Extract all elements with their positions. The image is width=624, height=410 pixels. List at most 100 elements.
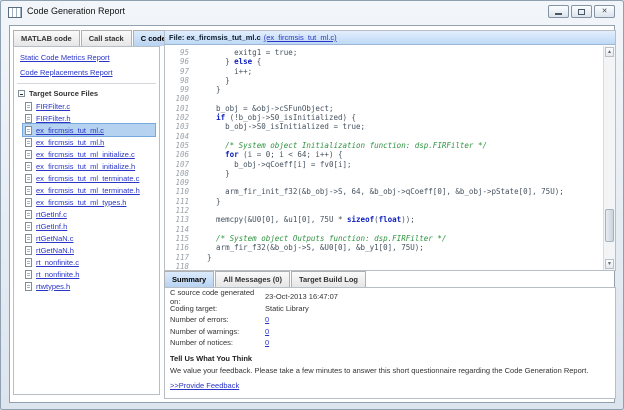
scroll-down-button[interactable]: ▼ — [605, 259, 614, 269]
summary-label: Number of errors: — [170, 315, 265, 324]
report-links: Static Code Metrics Report Code Replaceme… — [14, 53, 159, 77]
message-tabs: SummaryAll Messages (0)Target Build Log — [164, 271, 367, 287]
file-icon — [25, 150, 32, 159]
line-number: 97 — [165, 67, 189, 76]
tree-item-ex-fircmsis-tut-ml-h[interactable]: ex_fircmsis_tut_ml.h — [23, 136, 155, 148]
tab-call-stack[interactable]: Call stack — [81, 30, 132, 46]
file-header-link[interactable]: (ex_fircmsis_tut_ml.c) — [264, 33, 337, 42]
summary-row: Coding target:Static Library — [165, 303, 615, 315]
provide-feedback-link[interactable]: >>Provide Feedback — [170, 381, 239, 390]
tree-item-rtgetinf-h[interactable]: rtGetInf.h — [23, 220, 155, 232]
code-text: } — [198, 253, 212, 262]
tree-item-label: rtGetInf.h — [36, 222, 67, 231]
tree-item-ex-fircmsis-tut-ml-terminate-h[interactable]: ex_fircmsis_tut_ml_terminate.h — [23, 184, 155, 196]
maximize-icon — [578, 9, 585, 15]
tree-item-firfilter-c[interactable]: FIRFilter.c — [23, 100, 155, 112]
code-line: 107 b_obj->qCoeff[i] = fv0[i]; — [165, 160, 603, 169]
code-line: 99 } — [165, 85, 603, 94]
tree-item-label: rtGetNaN.c — [36, 234, 74, 243]
file-icon — [25, 270, 32, 279]
tree-item-rtwtypes-h[interactable]: rtwtypes.h — [23, 280, 155, 292]
minimize-button[interactable] — [548, 5, 569, 18]
close-button[interactable]: ✕ — [594, 5, 615, 18]
tab-target-build-log[interactable]: Target Build Log — [291, 271, 366, 287]
line-number: 101 — [165, 104, 189, 113]
line-number: 102 — [165, 113, 189, 122]
file-icon — [25, 174, 32, 183]
tree-item-label: rtGetInf.c — [36, 210, 67, 219]
tree-item-label: rt_nonfinite.c — [36, 258, 79, 267]
tree-item-rtgetnan-h[interactable]: rtGetNaN.h — [23, 244, 155, 256]
code-panel: File: ex_fircmsis_tut_ml.c (ex_fircmsis_… — [164, 30, 616, 271]
collapse-expander-icon[interactable] — [18, 90, 25, 97]
source-file-tree: FIRFilter.cFIRFilter.hex_fircmsis_tut_ml… — [23, 100, 159, 292]
file-icon — [25, 138, 32, 147]
code-line: 117 } — [165, 253, 603, 262]
link-static-code-metrics-report[interactable]: Static Code Metrics Report — [20, 53, 153, 62]
code-line: 112 — [165, 206, 603, 215]
feedback-text: We value your feedback. Please take a fe… — [170, 366, 615, 375]
report-content: MATLAB codeCall stackC code Static Code … — [9, 25, 615, 403]
tree-item-rt-nonfinite-c[interactable]: rt_nonfinite.c — [23, 256, 155, 268]
line-number: 104 — [165, 132, 189, 141]
line-number: 100 — [165, 94, 189, 103]
file-icon — [25, 258, 32, 267]
line-number: 106 — [165, 150, 189, 159]
tree-item-ex-fircmsis-tut-ml-types-h[interactable]: ex_fircmsis_tut_ml_types.h — [23, 196, 155, 208]
tree-item-ex-fircmsis-tut-ml-c[interactable]: ex_fircmsis_tut_ml.c — [23, 124, 155, 136]
summary-value[interactable]: 0 — [265, 327, 269, 336]
tab-summary[interactable]: Summary — [164, 271, 214, 287]
line-number: 116 — [165, 243, 189, 252]
line-number: 115 — [165, 234, 189, 243]
tree-item-label: ex_fircmsis_tut_ml_initialize.c — [36, 150, 135, 159]
maximize-button[interactable] — [571, 5, 592, 18]
line-number: 114 — [165, 225, 189, 234]
tree-item-ex-fircmsis-tut-ml-terminate-c[interactable]: ex_fircmsis_tut_ml_terminate.c — [23, 172, 155, 184]
file-icon — [25, 210, 32, 219]
target-source-files-header[interactable]: Target Source Files — [18, 89, 155, 98]
summary-value[interactable]: 0 — [265, 315, 269, 324]
line-number: 99 — [165, 85, 189, 94]
file-header: File: ex_fircmsis_tut_ml.c (ex_fircmsis_… — [165, 31, 615, 45]
tree-item-label: ex_fircmsis_tut_ml_terminate.c — [36, 174, 139, 183]
code-line: 108 } — [165, 169, 603, 178]
tree-item-firfilter-h[interactable]: FIRFilter.h — [23, 112, 155, 124]
tree-item-label: ex_fircmsis_tut_ml_initialize.h — [36, 162, 135, 171]
code-text: for (i = 0; i < 64; i++) { — [198, 150, 343, 159]
scroll-thumb[interactable] — [605, 209, 614, 242]
feedback-title: Tell Us What You Think — [170, 354, 615, 363]
code-area[interactable]: 95 exitg1 = true;96 } else {97 i++;98 }9… — [165, 46, 603, 270]
tree-item-ex-fircmsis-tut-ml-initialize-c[interactable]: ex_fircmsis_tut_ml_initialize.c — [23, 148, 155, 160]
file-icon — [25, 126, 32, 135]
code-line: 96 } else { — [165, 57, 603, 66]
file-icon — [25, 114, 32, 123]
link-code-replacements-report[interactable]: Code Replacements Report — [20, 68, 153, 77]
file-icon — [25, 282, 32, 291]
code-scrollbar[interactable]: ▲ ▼ — [603, 46, 615, 270]
tree-item-rtgetinf-c[interactable]: rtGetInf.c — [23, 208, 155, 220]
tab-all-messages-0[interactable]: All Messages (0) — [215, 271, 290, 287]
line-number: 105 — [165, 141, 189, 150]
line-number: 95 — [165, 48, 189, 57]
sidebar: Static Code Metrics Report Code Replaceme… — [13, 46, 160, 395]
tree-item-rt-nonfinite-h[interactable]: rt_nonfinite.h — [23, 268, 155, 280]
close-icon: ✕ — [602, 8, 608, 15]
window-controls: ✕ — [548, 5, 615, 18]
summary-value[interactable]: 0 — [265, 338, 269, 347]
app-icon — [8, 7, 22, 18]
file-icon — [25, 222, 32, 231]
summary-label: Number of notices: — [170, 338, 265, 347]
tree-item-label: ex_fircmsis_tut_ml_terminate.h — [36, 186, 140, 195]
tree-item-rtgetnan-c[interactable]: rtGetNaN.c — [23, 232, 155, 244]
code-line: 115 /* System object Outputs function: d… — [165, 234, 603, 243]
code-text: exitg1 = true; — [198, 48, 297, 57]
code-line: 116 arm_fir_f32(&b_obj->S, &U0[0], &b_y1… — [165, 243, 603, 252]
tab-matlab-code[interactable]: MATLAB code — [13, 30, 80, 46]
code-line: 109 — [165, 178, 603, 187]
scroll-up-button[interactable]: ▲ — [605, 47, 614, 57]
window-titlebar[interactable]: Code Generation Report ✕ — [1, 1, 623, 23]
line-number: 96 — [165, 57, 189, 66]
tree-header-label: Target Source Files — [29, 89, 98, 98]
code-text: } — [198, 169, 230, 178]
tree-item-ex-fircmsis-tut-ml-initialize-h[interactable]: ex_fircmsis_tut_ml_initialize.h — [23, 160, 155, 172]
